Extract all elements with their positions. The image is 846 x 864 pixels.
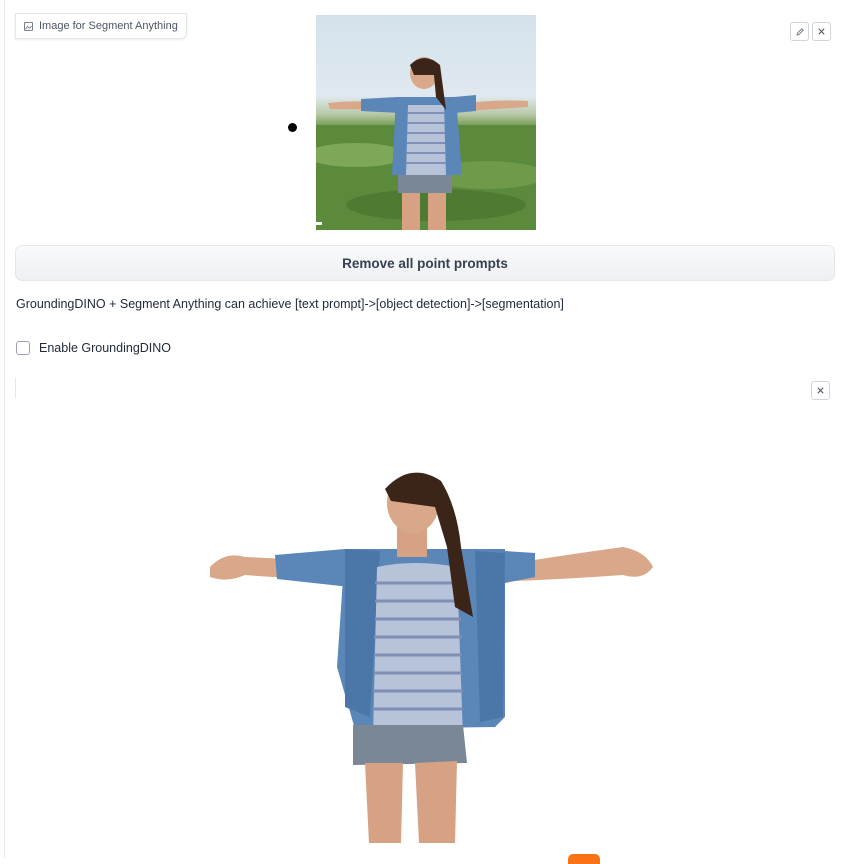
- close-icon: [817, 387, 824, 394]
- enable-groundingdino-label: Enable GroundingDINO: [39, 341, 172, 355]
- clear-output-button[interactable]: [811, 381, 830, 400]
- input-photo[interactable]: [316, 15, 536, 230]
- left-border: [4, 0, 5, 858]
- close-icon: [818, 28, 825, 35]
- remove-point-prompts-button[interactable]: Remove all point prompts: [15, 245, 835, 281]
- image-icon: [24, 21, 33, 31]
- edit-button[interactable]: [790, 22, 809, 41]
- point-prompt-marker[interactable]: [288, 123, 297, 132]
- edit-icon: [795, 27, 804, 36]
- output-divider: [15, 378, 16, 398]
- segmented-person-photo: [210, 472, 653, 843]
- image-input-label: Image for Segment Anything: [15, 13, 187, 39]
- image-input-label-text: Image for Segment Anything: [39, 20, 178, 32]
- accent-element: [568, 854, 600, 864]
- woman-photo: [316, 57, 536, 230]
- pipeline-description: GroundingDINO + Segment Anything can ach…: [16, 297, 564, 311]
- clear-image-button[interactable]: [812, 22, 831, 41]
- enable-groundingdino-option[interactable]: Enable GroundingDINO: [16, 341, 171, 355]
- segmented-person-image: [205, 467, 657, 847]
- enable-groundingdino-checkbox[interactable]: [16, 341, 30, 355]
